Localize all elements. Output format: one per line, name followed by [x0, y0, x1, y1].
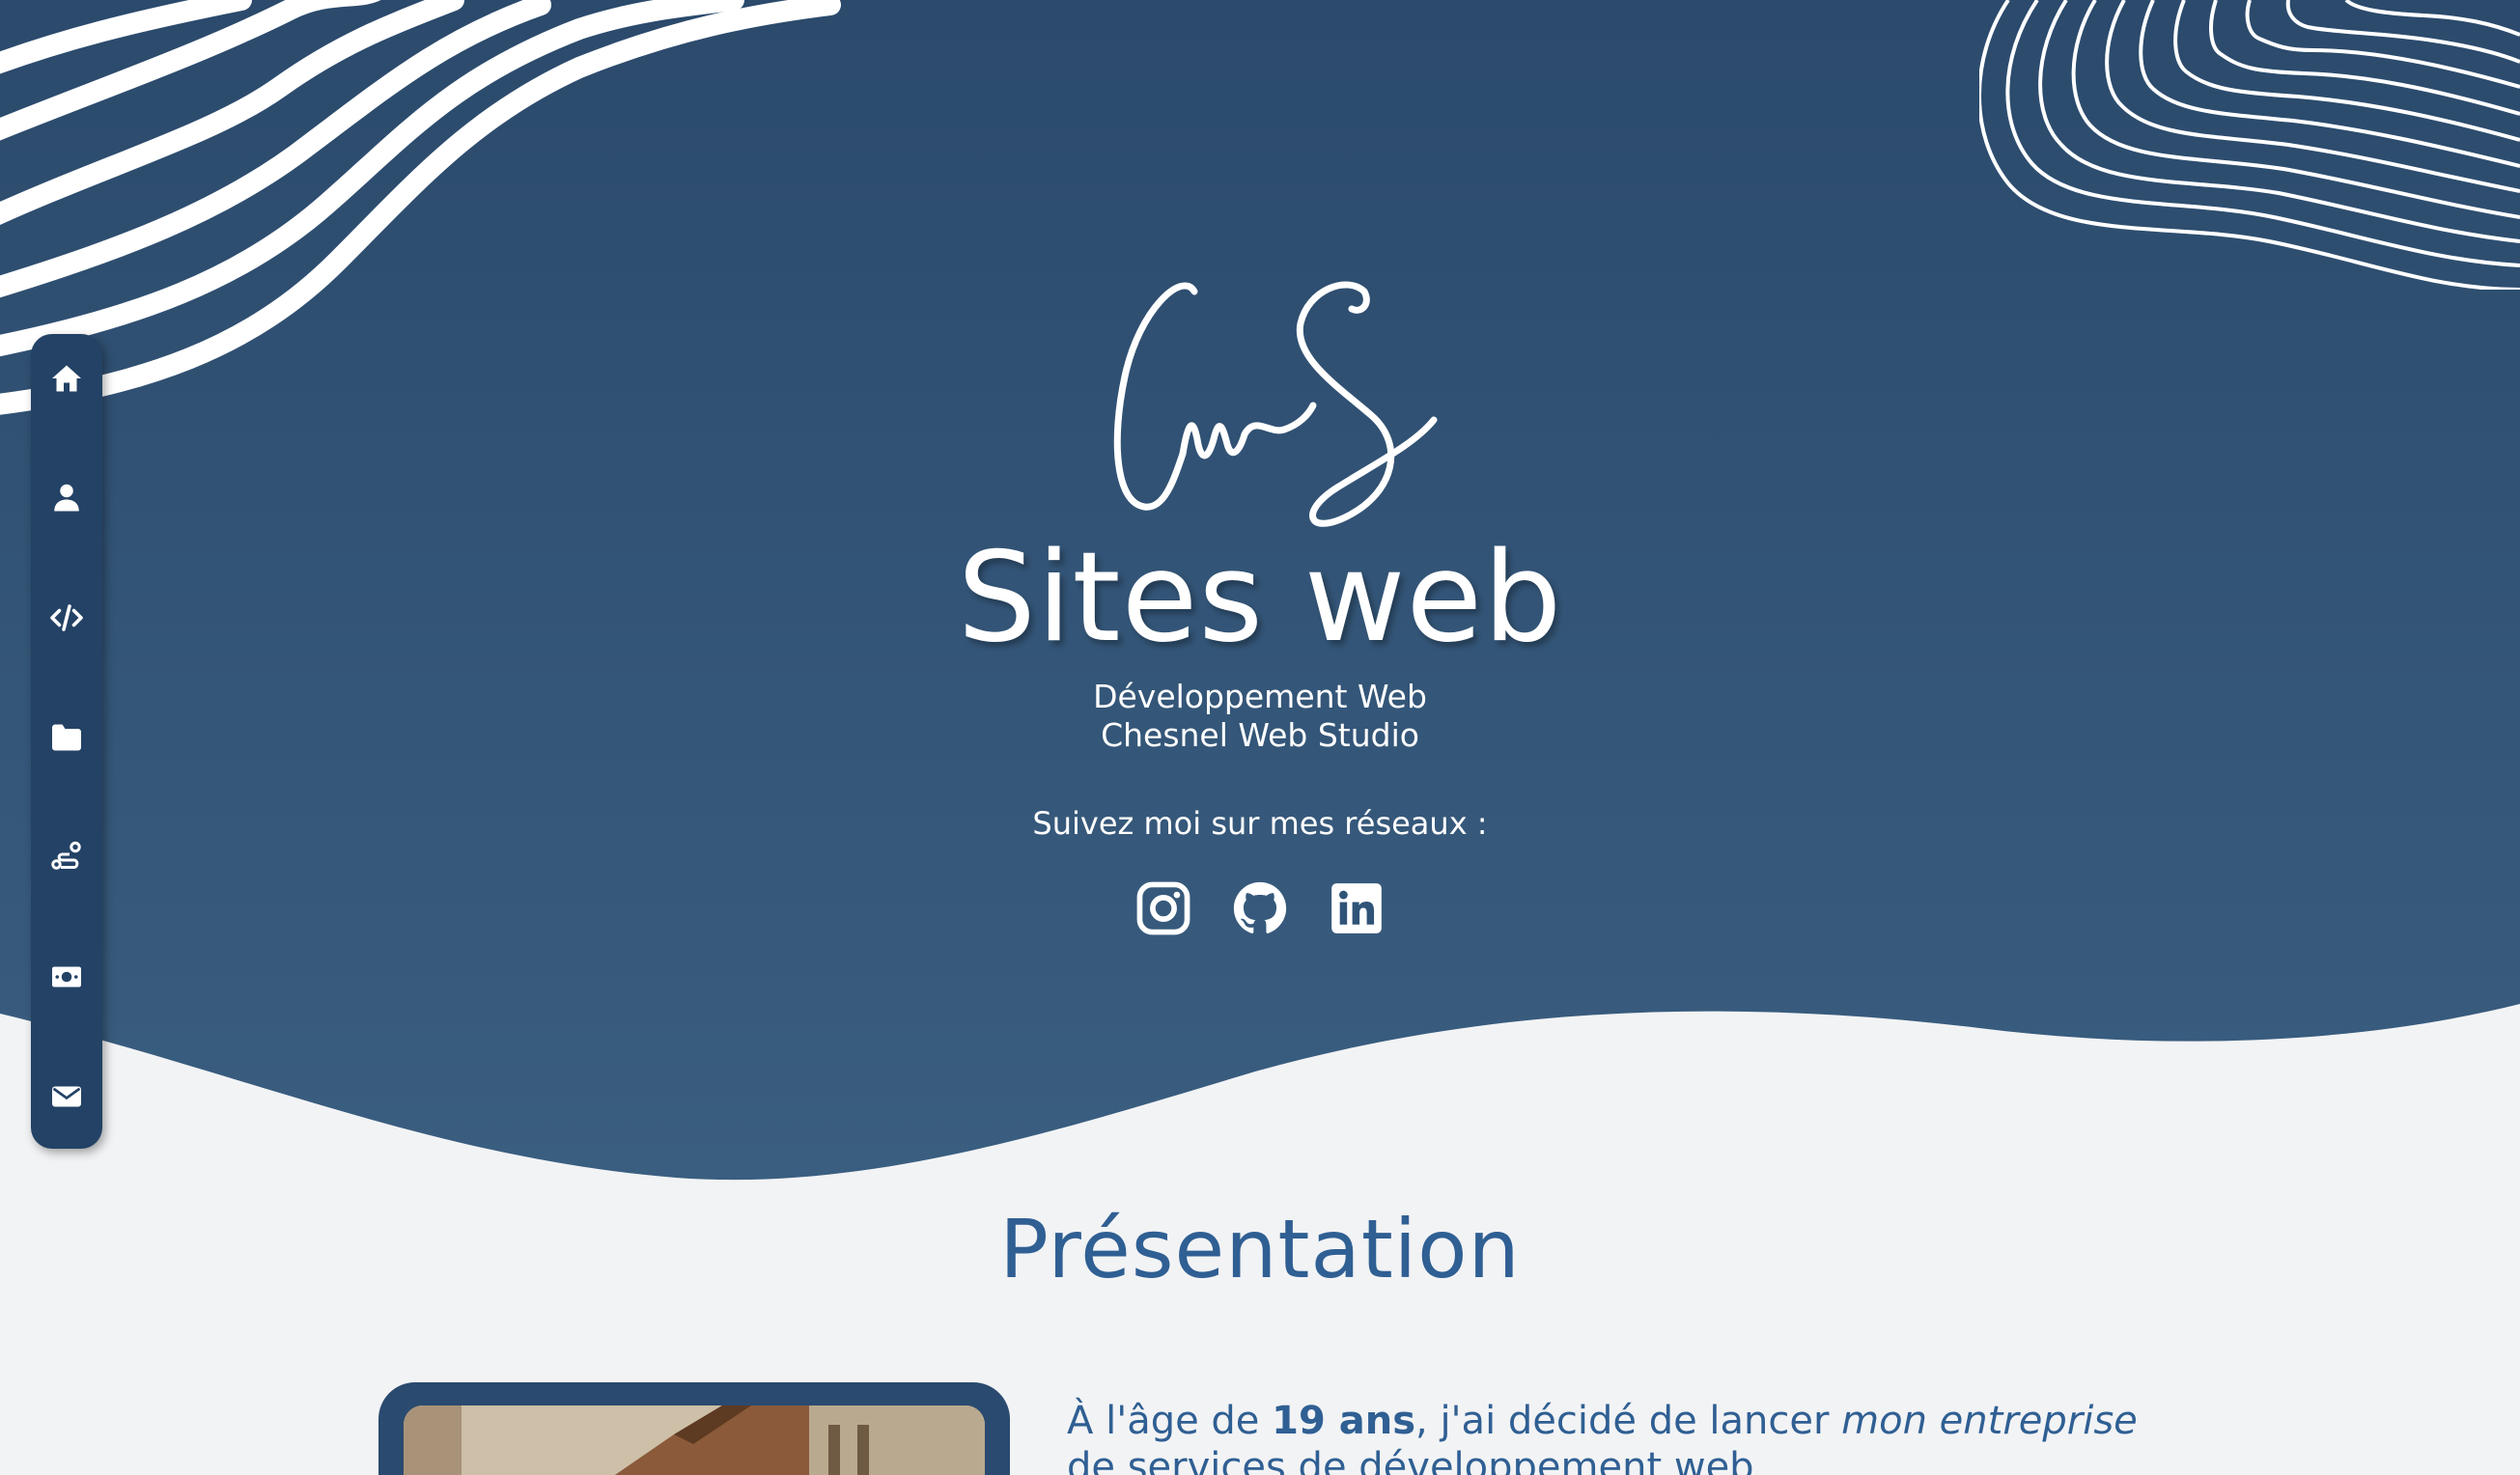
sidebar-item-pricing[interactable]	[31, 948, 102, 1006]
presentation-intro: À l'âge de 19 ans, j'ai décidé de lancer…	[1067, 1398, 2206, 1475]
section-title-presentation: Présentation	[999, 1202, 1521, 1296]
decorative-lines-left	[0, 0, 841, 415]
money-bill-icon	[52, 966, 81, 988]
sidebar-nav	[31, 334, 102, 1149]
presentation-photo	[404, 1405, 985, 1475]
instagram-link[interactable]	[1134, 878, 1193, 938]
linkedin-link[interactable]	[1327, 878, 1386, 938]
github-icon	[1233, 881, 1287, 933]
hero-subtitle: Développement Web Chesnel Web Studio	[874, 678, 1646, 755]
instagram-icon	[1136, 881, 1190, 935]
code-icon	[50, 604, 83, 631]
follow-text: Suivez moi sur mes réseaux :	[1032, 805, 1488, 842]
hero-subtitle-line2: Chesnel Web Studio	[1101, 716, 1419, 754]
envelope-icon	[52, 1086, 81, 1107]
decorative-contour-right	[1979, 0, 2520, 290]
hero-content: Sites web Développement Web Chesnel Web …	[874, 270, 1646, 938]
linkedin-icon	[1331, 883, 1382, 933]
home-icon	[52, 365, 81, 392]
route-icon	[51, 841, 81, 870]
photo-content	[404, 1405, 985, 1475]
folder-icon	[52, 724, 81, 751]
intro-italic: mon entreprise	[1841, 1399, 2138, 1443]
sidebar-item-skills[interactable]	[31, 589, 102, 647]
signature-logo	[1113, 281, 1438, 527]
sidebar-item-projects[interactable]	[31, 709, 102, 766]
hero-title: Sites web	[957, 526, 1563, 670]
presentation-photo-card	[378, 1382, 1010, 1475]
user-icon	[54, 484, 79, 512]
github-link[interactable]	[1230, 878, 1290, 938]
intro-bold-age: 19 ans	[1272, 1399, 1416, 1443]
intro-line2: de services de développement web	[1067, 1445, 1754, 1475]
intro-part2: , j'ai décidé de lancer	[1415, 1399, 1842, 1443]
hero-subtitle-line1: Développement Web	[1093, 678, 1427, 715]
social-links	[874, 878, 1646, 938]
sidebar-item-home[interactable]	[31, 349, 102, 407]
sidebar-item-contact[interactable]	[31, 1068, 102, 1126]
sidebar-item-journey[interactable]	[31, 828, 102, 886]
page: Sites web Développement Web Chesnel Web …	[0, 0, 2520, 1475]
intro-part1: À l'âge de	[1067, 1399, 1273, 1443]
sidebar-item-about[interactable]	[31, 469, 102, 527]
